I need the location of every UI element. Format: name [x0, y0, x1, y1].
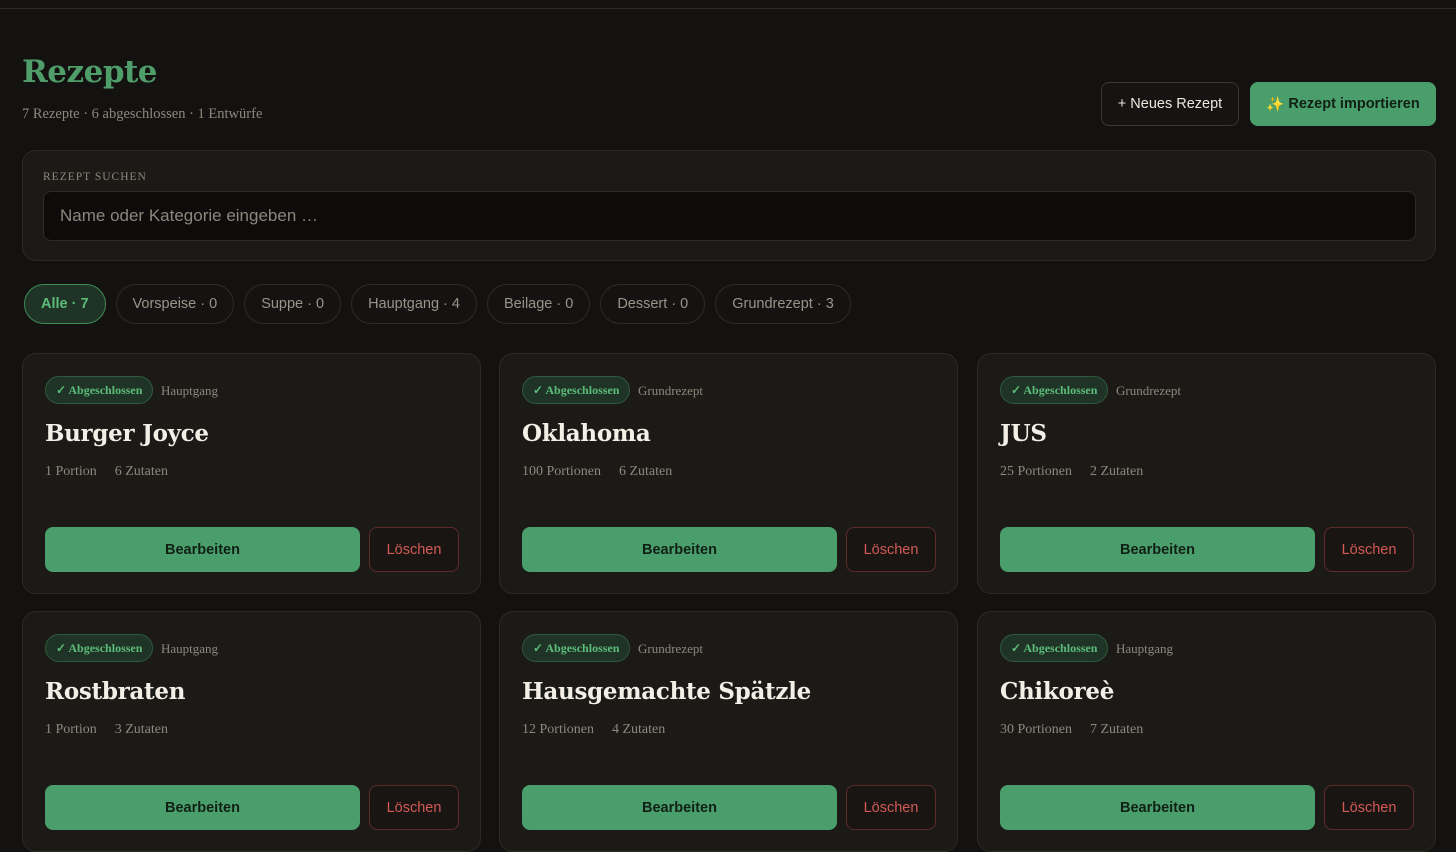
recipe-category: Grundrezept — [1116, 383, 1181, 398]
recipe-title: Oklahoma — [522, 420, 651, 447]
recipe-ingredients: 2 Zutaten — [1089, 464, 1144, 479]
recipe-meta: 30 Portionen 7 Zutaten — [1000, 722, 1143, 738]
recipe-category: Grundrezept — [638, 641, 703, 656]
filter-chip[interactable]: Hauptgang · 4 — [351, 284, 477, 324]
edit-label: Bearbeiten — [165, 541, 240, 558]
delete-button[interactable]: Löschen — [846, 785, 936, 830]
filter-chip[interactable]: Grundrezept · 3 — [715, 284, 851, 324]
recipe-portions: 1 Portion — [45, 464, 97, 479]
status-badge: ✓ Abgeschlossen — [522, 634, 631, 662]
edit-label: Bearbeiten — [642, 541, 717, 558]
recipe-meta: 12 Portionen 4 Zutaten — [522, 722, 665, 738]
edit-label: Bearbeiten — [165, 799, 240, 816]
recipe-ingredients: 3 Zutaten — [114, 722, 168, 737]
recipe-card: ✓ Abgeschlossen Hauptgang Burger Joyce 1 Po… — [22, 353, 481, 594]
recipe-card: ✓ Abgeschlossen Grundrezept JUS 25 Portione… — [977, 353, 1436, 594]
recipe-title: Chikoreè — [1000, 678, 1115, 705]
filter-chip[interactable]: Alle · 7 — [24, 284, 106, 324]
filter-chip[interactable]: Dessert · 0 — [600, 284, 706, 324]
recipe-portions: 25 Portionen — [1000, 464, 1072, 479]
recipe-title: Hausgemachte Spätzle — [522, 678, 811, 705]
top-border — [0, 0, 1456, 9]
edit-button[interactable]: Bearbeiten — [1000, 527, 1315, 572]
recipe-ingredients: 6 Zutaten — [618, 464, 673, 479]
delete-button[interactable]: Löschen — [846, 527, 936, 572]
recipe-ingredients: 6 Zutaten — [114, 464, 168, 479]
filter-chip[interactable]: Vorspeise · 0 — [115, 284, 235, 324]
sparkles-icon: ✨ — [1266, 96, 1285, 113]
import-recipe-label: Rezept importieren — [1288, 96, 1420, 112]
recipe-portions: 30 Portionen — [1000, 722, 1072, 737]
delete-label: Löschen — [1341, 541, 1397, 558]
filter-chip[interactable]: Suppe · 0 — [244, 284, 342, 324]
recipe-card: ✓ Abgeschlossen Grundrezept Hausgemachte S… — [499, 611, 958, 852]
edit-label: Bearbeiten — [642, 799, 717, 816]
recipe-meta: 1 Portion 3 Zutaten — [45, 722, 168, 738]
delete-label: Löschen — [863, 799, 919, 816]
edit-label: Bearbeiten — [1120, 541, 1195, 558]
recipe-portions: 12 Portionen — [522, 722, 594, 737]
recipe-card: ✓ Abgeschlossen Hauptgang Rostbraten 1 Port… — [22, 611, 481, 852]
search-input[interactable] — [43, 191, 1416, 241]
recipe-ingredients: 4 Zutaten — [611, 722, 666, 737]
status-badge: ✓ Abgeschlossen — [45, 376, 154, 404]
status-badge: ✓ Abgeschlossen — [1000, 634, 1109, 662]
search-label: REZEPT SUCHEN — [43, 171, 147, 183]
delete-button[interactable]: Löschen — [1324, 527, 1414, 572]
recipe-title: Rostbraten — [45, 678, 186, 705]
recipe-portions: 1 Portion — [45, 722, 97, 737]
page-title: Rezepte — [22, 54, 158, 90]
new-recipe-button[interactable]: + Neues Rezept — [1101, 82, 1239, 126]
status-badge: ✓ Abgeschlossen — [45, 634, 154, 662]
delete-label: Löschen — [386, 541, 442, 558]
recipe-title: JUS — [1000, 420, 1047, 447]
recipe-meta: 25 Portionen 2 Zutaten — [1000, 464, 1143, 480]
delete-button[interactable]: Löschen — [1324, 785, 1414, 830]
edit-button[interactable]: Bearbeiten — [45, 785, 360, 830]
filter-chip[interactable]: Beilage · 0 — [486, 284, 591, 324]
delete-label: Löschen — [863, 541, 919, 558]
edit-button[interactable]: Bearbeiten — [522, 785, 837, 830]
import-recipe-button[interactable]: ✨ Rezept importieren — [1250, 82, 1436, 126]
recipe-meta: 100 Portionen 6 Zutaten — [522, 464, 672, 480]
edit-button[interactable]: Bearbeiten — [45, 527, 360, 572]
delete-button[interactable]: Löschen — [369, 785, 459, 830]
recipe-card: ✓ Abgeschlossen Grundrezept Oklahoma 100 Po… — [499, 353, 958, 594]
recipe-category: Hauptgang — [1116, 641, 1174, 656]
search-panel: REZEPT SUCHEN — [22, 150, 1436, 261]
recipe-category: Hauptgang — [161, 641, 219, 656]
new-recipe-label: + Neues Rezept — [1117, 96, 1223, 112]
recipe-meta: 1 Portion 6 Zutaten — [45, 464, 168, 480]
delete-label: Löschen — [1341, 799, 1397, 816]
category-filters: Alle · 7 Vorspeise · 0 Suppe · 0 Hauptgang … — [24, 284, 851, 324]
edit-label: Bearbeiten — [1120, 799, 1195, 816]
recipe-portions: 100 Portionen — [522, 464, 601, 479]
recipe-ingredients: 7 Zutaten — [1089, 722, 1144, 737]
recipe-category: Hauptgang — [161, 383, 219, 398]
recipe-card: ✓ Abgeschlossen Hauptgang Chikoreè 30 Porti… — [977, 611, 1436, 852]
delete-label: Löschen — [386, 799, 442, 816]
recipe-title: Burger Joyce — [45, 420, 209, 447]
delete-button[interactable]: Löschen — [369, 527, 459, 572]
page-subtitle: 7 Rezepte · 6 abgeschlossen · 1 Entwürfe — [22, 106, 263, 122]
edit-button[interactable]: Bearbeiten — [1000, 785, 1315, 830]
edit-button[interactable]: Bearbeiten — [522, 527, 837, 572]
status-badge: ✓ Abgeschlossen — [1000, 376, 1109, 404]
recipe-category: Grundrezept — [638, 383, 703, 398]
status-badge: ✓ Abgeschlossen — [522, 376, 631, 404]
